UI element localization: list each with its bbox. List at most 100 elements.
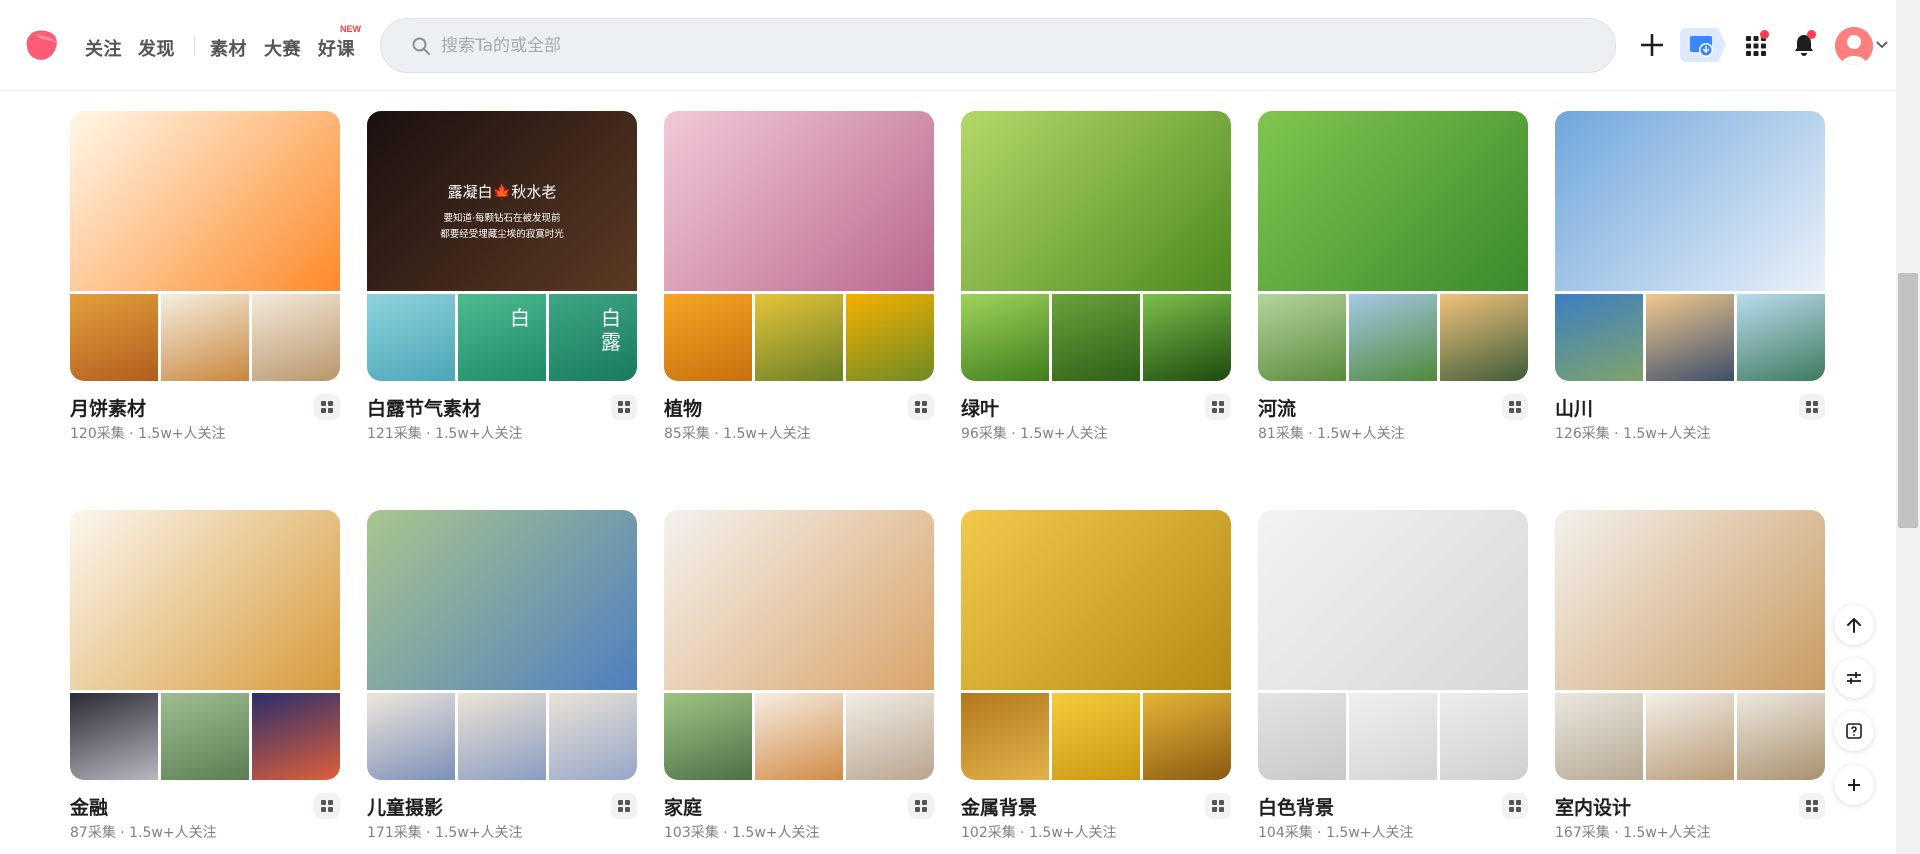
cover-thumb-image: [1349, 294, 1437, 381]
board-title[interactable]: 白色背景: [1258, 793, 1334, 820]
board-card[interactable]: 白色背景 104采集 · 1.5w+人关注: [1258, 510, 1528, 841]
huaban-logo-icon[interactable]: [24, 27, 60, 63]
nav-follow[interactable]: 关注: [85, 35, 122, 61]
board-title[interactable]: 家庭: [664, 793, 702, 820]
cover-thumb-image: 白露: [549, 294, 637, 381]
board-cover[interactable]: [664, 510, 934, 780]
board-cover[interactable]: [1258, 510, 1528, 780]
cover-thumb-image: [252, 693, 340, 780]
cover-thumb-image: [367, 693, 455, 780]
board-menu-button[interactable]: [1205, 394, 1231, 420]
board-card[interactable]: 植物 85采集 · 1.5w+人关注: [664, 111, 934, 442]
nav-courses[interactable]: 好课: [318, 35, 355, 61]
nav-contests[interactable]: 大赛: [264, 35, 301, 61]
board-cover[interactable]: [961, 510, 1231, 780]
download-client-icon[interactable]: [1680, 28, 1728, 62]
board-stats: 120采集 · 1.5w+人关注: [70, 426, 226, 442]
board-menu-button[interactable]: [1502, 793, 1528, 819]
board-title[interactable]: 山川: [1555, 394, 1593, 421]
board-cover[interactable]: [1258, 111, 1528, 381]
board-card[interactable]: 家庭 103采集 · 1.5w+人关注: [664, 510, 934, 841]
board-title[interactable]: 月饼素材: [70, 394, 146, 421]
board-menu-button[interactable]: [1502, 394, 1528, 420]
cover-main-image: [1258, 510, 1528, 690]
board-card[interactable]: 室内设计 167采集 · 1.5w+人关注: [1555, 510, 1825, 841]
board-cover[interactable]: [664, 111, 934, 381]
board-title[interactable]: 室内设计: [1555, 793, 1631, 820]
cover-thumb-image: [961, 294, 1049, 381]
board-title[interactable]: 绿叶: [961, 394, 999, 421]
board-menu-button[interactable]: [611, 793, 637, 819]
cover-main-image: [664, 111, 934, 291]
board-title[interactable]: 金属背景: [961, 793, 1037, 820]
cover-thumb-image: [1052, 294, 1140, 381]
board-cover[interactable]: [367, 510, 637, 780]
cover-thumb-image: [1258, 693, 1346, 780]
help-icon: [1846, 723, 1862, 739]
chevron-down-icon[interactable]: [1876, 41, 1888, 49]
board-grid-icon: [1509, 800, 1521, 812]
board-menu-button[interactable]: [1205, 793, 1231, 819]
board-card[interactable]: 绿叶 96采集 · 1.5w+人关注: [961, 111, 1231, 442]
board-menu-button[interactable]: [611, 394, 637, 420]
board-card[interactable]: 金融 87采集 · 1.5w+人关注: [70, 510, 340, 841]
create-button[interactable]: [1834, 765, 1874, 805]
search-input[interactable]: [441, 27, 1591, 65]
board-title[interactable]: 植物: [664, 394, 702, 421]
cover-thumb-image: [1440, 294, 1528, 381]
board-cover[interactable]: [70, 111, 340, 381]
cover-thumb-image: [1737, 693, 1825, 780]
board-grid-icon: [321, 800, 333, 812]
board-card[interactable]: 露凝白🍁秋水老 要知道·每颗钻石在被发现前 都要经受埋藏尘埃的寂寞时光 白 白露 白…: [367, 111, 637, 442]
cover-main-image: [70, 510, 340, 690]
bell-notification-dot: [1807, 30, 1816, 39]
board-title[interactable]: 儿童摄影: [367, 793, 443, 820]
board-cover[interactable]: [961, 111, 1231, 381]
cover-main-image: [1555, 510, 1825, 690]
board-menu-button[interactable]: [1799, 793, 1825, 819]
cover-thumb-image: [664, 294, 752, 381]
board-cover[interactable]: [1555, 510, 1825, 780]
cover-thumb-image: [70, 693, 158, 780]
cover-main-image: [961, 111, 1231, 291]
cover-text-line: 露凝白🍁秋水老: [447, 183, 557, 201]
search-icon: [412, 37, 430, 55]
nav-discover[interactable]: 发现: [138, 35, 175, 61]
cover-thumb-image: [1349, 693, 1437, 780]
board-card[interactable]: 山川 126采集 · 1.5w+人关注: [1555, 111, 1825, 442]
cover-thumb-image: [549, 693, 637, 780]
cover-thumb-image: [1440, 693, 1528, 780]
board-menu-button[interactable]: [314, 793, 340, 819]
sliders-icon: [1847, 672, 1861, 684]
top-header: 关注 发现 素材 大赛 好课 NEW: [0, 0, 1896, 91]
back-to-top-button[interactable]: [1834, 605, 1874, 645]
board-title[interactable]: 河流: [1258, 394, 1296, 421]
avatar[interactable]: [1835, 27, 1873, 65]
board-stats: 126采集 · 1.5w+人关注: [1555, 426, 1711, 442]
board-menu-button[interactable]: [1799, 394, 1825, 420]
board-title[interactable]: 金融: [70, 793, 108, 820]
board-card[interactable]: 儿童摄影 171采集 · 1.5w+人关注: [367, 510, 637, 841]
nav-materials[interactable]: 素材: [210, 35, 247, 61]
board-card[interactable]: 金属背景 102采集 · 1.5w+人关注: [961, 510, 1231, 841]
board-menu-button[interactable]: [908, 394, 934, 420]
board-menu-button[interactable]: [314, 394, 340, 420]
cover-thumb-image: [161, 294, 249, 381]
board-cover[interactable]: [70, 510, 340, 780]
search-bar[interactable]: [380, 18, 1616, 73]
board-title[interactable]: 白露节气素材: [367, 394, 481, 421]
board-cover[interactable]: 露凝白🍁秋水老 要知道·每颗钻石在被发现前 都要经受埋藏尘埃的寂寞时光 白 白露: [367, 111, 637, 381]
board-stats: 167采集 · 1.5w+人关注: [1555, 825, 1711, 841]
plus-icon[interactable]: [1641, 34, 1663, 56]
help-button[interactable]: [1834, 711, 1874, 751]
cover-thumb-image: [1143, 294, 1231, 381]
board-card[interactable]: 月饼素材 120采集 · 1.5w+人关注: [70, 111, 340, 442]
cover-main-image: [1258, 111, 1528, 291]
scrollbar-thumb[interactable]: [1898, 273, 1918, 528]
board-menu-button[interactable]: [908, 793, 934, 819]
board-card[interactable]: 河流 81采集 · 1.5w+人关注: [1258, 111, 1528, 442]
filter-button[interactable]: [1834, 658, 1874, 698]
cover-main-image: [961, 510, 1231, 690]
board-cover[interactable]: [1555, 111, 1825, 381]
board-grid-icon: [915, 800, 927, 812]
